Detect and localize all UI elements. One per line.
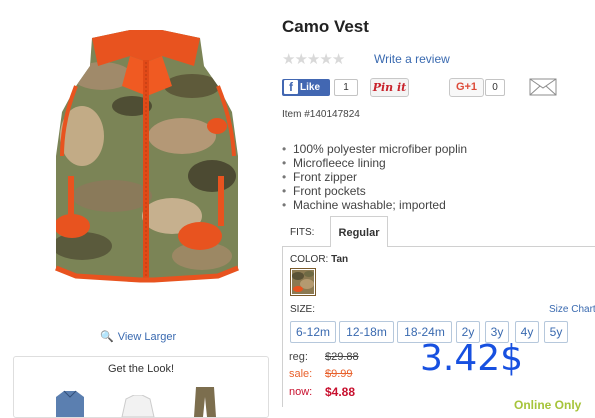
size-label: SIZE: bbox=[290, 304, 316, 315]
denim-jacket-thumbnail[interactable] bbox=[50, 389, 90, 417]
now-price: $4.88 bbox=[325, 385, 356, 399]
write-review-link[interactable]: Write a review bbox=[374, 52, 450, 66]
size-option-5y[interactable]: 5y bbox=[544, 321, 568, 343]
sale-price-label: sale: bbox=[289, 368, 313, 380]
size-option-6-12m[interactable]: 6-12m bbox=[290, 321, 336, 343]
cargo-pants-thumbnail[interactable] bbox=[190, 385, 220, 417]
get-the-look-title: Get the Look! bbox=[107, 363, 175, 375]
feature-item: Front zipper bbox=[282, 170, 467, 184]
star-icon: ★ bbox=[319, 51, 332, 68]
facebook-like-button[interactable]: f Like bbox=[282, 79, 330, 96]
color-row: COLOR: Tan bbox=[290, 254, 348, 265]
item-number: Item #140147824 bbox=[282, 109, 360, 120]
google-plus-button[interactable]: G+1 bbox=[449, 78, 484, 97]
facebook-like-count: 1 bbox=[334, 79, 358, 96]
vest-illustration bbox=[55, 30, 239, 283]
feature-item: Front pockets bbox=[282, 184, 467, 198]
star-icon: ★ bbox=[306, 51, 320, 68]
product-image[interactable] bbox=[22, 26, 272, 288]
overlay-price-text: 3.42$ bbox=[420, 338, 524, 379]
sale-price: $9.99 bbox=[325, 368, 353, 380]
google-plus-count: 0 bbox=[485, 79, 505, 96]
star-icon: ★ bbox=[331, 51, 345, 68]
facebook-like-label: Like bbox=[300, 82, 321, 93]
feature-item: Machine washable; imported bbox=[282, 198, 467, 212]
size-chart-link[interactable]: Size Chart bbox=[549, 304, 595, 315]
email-icon[interactable] bbox=[529, 78, 557, 96]
star-icon: ★ bbox=[294, 51, 307, 68]
feature-item: Microfleece lining bbox=[282, 156, 467, 170]
color-label: COLOR: bbox=[290, 254, 329, 265]
size-option-12-18m[interactable]: 12-18m bbox=[339, 321, 394, 343]
star-icon: ★ bbox=[282, 51, 295, 68]
feature-item: 100% polyester microfiber poplin bbox=[282, 142, 467, 156]
white-shirt-thumbnail[interactable] bbox=[118, 395, 158, 417]
feature-list: 100% polyester microfiber poplin Microfl… bbox=[282, 142, 467, 212]
pinterest-pin-it-button[interactable]: Pin it bbox=[370, 78, 409, 97]
tab-fit-regular[interactable]: Regular bbox=[330, 216, 388, 247]
online-only-badge: Online Only bbox=[514, 398, 582, 412]
swatch-image bbox=[292, 270, 314, 294]
color-value: Tan bbox=[331, 254, 349, 265]
facebook-icon: f bbox=[284, 80, 298, 94]
view-larger-label: View Larger bbox=[117, 331, 177, 343]
regular-price: $29.88 bbox=[325, 351, 359, 363]
get-the-look-panel: Get the Look! bbox=[13, 356, 269, 418]
view-larger-link[interactable]: 🔍 View Larger bbox=[100, 330, 176, 343]
rating-stars[interactable]: ★★★★★ bbox=[282, 50, 345, 68]
regular-price-label: reg: bbox=[289, 351, 308, 363]
magnifier-icon: 🔍 bbox=[100, 331, 114, 343]
product-title: Camo Vest bbox=[282, 17, 369, 36]
now-price-label: now: bbox=[289, 386, 313, 398]
fits-label: FITS: bbox=[290, 227, 315, 238]
color-swatch-tan[interactable] bbox=[290, 268, 316, 296]
